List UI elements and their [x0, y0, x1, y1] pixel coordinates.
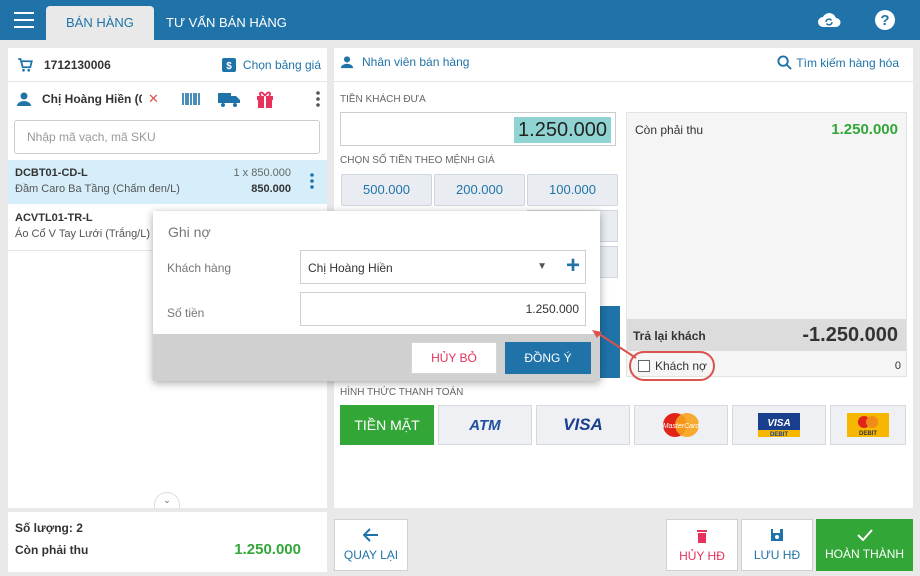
- delivery-truck-icon[interactable]: [217, 90, 241, 108]
- user-icon: [17, 92, 31, 106]
- customer-select[interactable]: Chị Hoàng Hiền ▼ +: [300, 250, 586, 284]
- item-sku: DCBT01-CD-L: [15, 167, 88, 179]
- atm-payment-button[interactable]: ATM: [438, 405, 532, 445]
- denomination-200000-button[interactable]: 200.000: [434, 174, 525, 206]
- cart-icon: [18, 58, 33, 72]
- svg-text:?: ?: [880, 12, 889, 29]
- dialog-footer: HỦY BỎ ĐỒNG Ý: [153, 334, 600, 381]
- item-total: 850.000: [251, 183, 291, 195]
- debt-callout-highlight: [629, 351, 715, 381]
- given-label: TIỀN KHÁCH ĐƯA: [340, 94, 426, 105]
- price-list-link[interactable]: Chọn bảng giá: [243, 58, 321, 72]
- price-list-icon[interactable]: $: [221, 57, 237, 73]
- denomination-label: CHỌN SỐ TIỀN THEO MỆNH GIÁ: [340, 155, 495, 166]
- amount-field-label: Số tiền: [167, 306, 205, 320]
- item-sku: ACVTL01-TR-L: [15, 212, 93, 224]
- item-name: Đầm Caro Ba Tầng (Chấm đen/L): [15, 183, 180, 195]
- debit-payment-button[interactable]: DEBIT: [830, 405, 906, 445]
- top-bar: BÁN HÀNG TƯ VẤN BÁN HÀNG ?: [0, 0, 920, 40]
- barcode-icon[interactable]: [181, 90, 203, 108]
- tab-sales-consulting[interactable]: TƯ VẤN BÁN HÀNG: [146, 6, 307, 40]
- arrow-left-icon: [363, 528, 378, 542]
- mastercard-logo-text: MasterCard: [663, 423, 701, 430]
- visa-debit-logo-icon: VISA DEBIT: [758, 413, 800, 438]
- cloud-sync-icon[interactable]: [816, 8, 842, 32]
- complete-label: HOÀN THÀNH: [824, 547, 905, 561]
- add-customer-icon[interactable]: +: [566, 252, 580, 280]
- save-invoice-label: LƯU HĐ: [753, 548, 801, 562]
- cart-item[interactable]: DCBT01-CD-L Đầm Caro Ba Tầng (Chấm đen/L…: [8, 160, 327, 204]
- remaining-value: 1.250.000: [831, 121, 898, 138]
- complete-button[interactable]: HOÀN THÀNH: [816, 519, 913, 571]
- given-amount-value: 1.250.000: [514, 117, 611, 143]
- dropdown-arrow-icon[interactable]: ▼: [537, 261, 547, 272]
- trash-icon: [697, 529, 707, 543]
- order-summary: Số lượng: 2 Còn phải thu 1.250.000: [8, 512, 327, 572]
- payment-summary: Còn phải thu 1.250.000 Trả lại khách -1.…: [626, 112, 907, 377]
- dialog-title: Ghi nợ: [168, 224, 211, 240]
- dialog-cancel-button[interactable]: HỦY BỎ: [411, 342, 497, 374]
- more-options-icon[interactable]: [315, 90, 321, 108]
- debt-value: 0: [894, 360, 901, 372]
- tab-sales[interactable]: BÁN HÀNG: [46, 6, 154, 40]
- debit-label: DEBIT: [859, 431, 877, 437]
- payment-method-label: HÌNH THỨC THANH TOÁN: [340, 387, 464, 398]
- gift-icon[interactable]: [255, 89, 275, 109]
- customer-field-label: Khách hàng: [167, 261, 232, 275]
- remove-customer-icon[interactable]: ✕: [148, 91, 159, 107]
- quantity-label: Số lượng: 2: [15, 521, 83, 535]
- help-icon[interactable]: ?: [872, 8, 898, 32]
- debt-dialog: Ghi nợ Khách hàng Chị Hoàng Hiền ▼ + Số …: [153, 211, 600, 381]
- due-value: 1.250.000: [234, 541, 301, 558]
- debit-card-logo-icon: DEBIT: [847, 413, 889, 437]
- collapse-toggle-icon[interactable]: ⌄: [154, 492, 180, 508]
- svg-text:$: $: [226, 61, 232, 72]
- customer-select-value: Chị Hoàng Hiền: [308, 261, 393, 275]
- staff-icon: [340, 56, 354, 69]
- remaining-label: Còn phải thu: [635, 123, 704, 137]
- visa-debit-payment-button[interactable]: VISA DEBIT: [732, 405, 826, 445]
- visa-debit-label: DEBIT: [770, 432, 788, 438]
- item-more-icon[interactable]: [309, 172, 315, 190]
- cancel-invoice-button[interactable]: HỦY HĐ: [666, 519, 738, 571]
- cash-payment-button[interactable]: TIỀN MẶT: [340, 405, 434, 445]
- save-invoice-button[interactable]: LƯU HĐ: [741, 519, 813, 571]
- change-label: Trả lại khách: [633, 329, 706, 343]
- change-value: -1.250.000: [802, 324, 898, 346]
- menu-icon[interactable]: [14, 12, 34, 28]
- product-search-link[interactable]: Tìm kiếm hàng hóa: [796, 56, 899, 70]
- due-label: Còn phải thu: [15, 543, 89, 557]
- debt-amount-input[interactable]: 1.250.000: [300, 292, 586, 326]
- mastercard-payment-button[interactable]: MasterCard: [634, 405, 728, 445]
- check-icon: [856, 529, 873, 541]
- staff-label[interactable]: Nhân viên bán hàng: [362, 55, 469, 69]
- customer-name[interactable]: Chị Hoàng Hiền (0: [42, 92, 142, 106]
- denomination-500000-button[interactable]: 500.000: [341, 174, 432, 206]
- visa-payment-button[interactable]: VISA: [536, 405, 630, 445]
- order-id: 1712130006: [44, 58, 111, 72]
- given-amount-input[interactable]: 1.250.000: [340, 112, 616, 146]
- back-button[interactable]: QUAY LẠI: [334, 519, 408, 571]
- save-icon: [771, 529, 783, 541]
- search-icon[interactable]: [777, 55, 793, 70]
- mastercard-logo-icon: MasterCard: [663, 413, 701, 437]
- sku-search-input[interactable]: Nhập mã vạch, mã SKU: [14, 120, 320, 154]
- item-qty-price: 1 x 850.000: [233, 167, 292, 179]
- back-label: QUAY LẠI: [343, 548, 399, 562]
- denomination-100000-button[interactable]: 100.000: [527, 174, 618, 206]
- item-name: Áo Cổ V Tay Lưới (Trắng/L): [15, 228, 151, 240]
- visa-debit-brand: VISA: [767, 418, 790, 429]
- cancel-invoice-label: HỦY HĐ: [679, 548, 725, 563]
- dialog-confirm-button[interactable]: ĐỒNG Ý: [505, 342, 591, 374]
